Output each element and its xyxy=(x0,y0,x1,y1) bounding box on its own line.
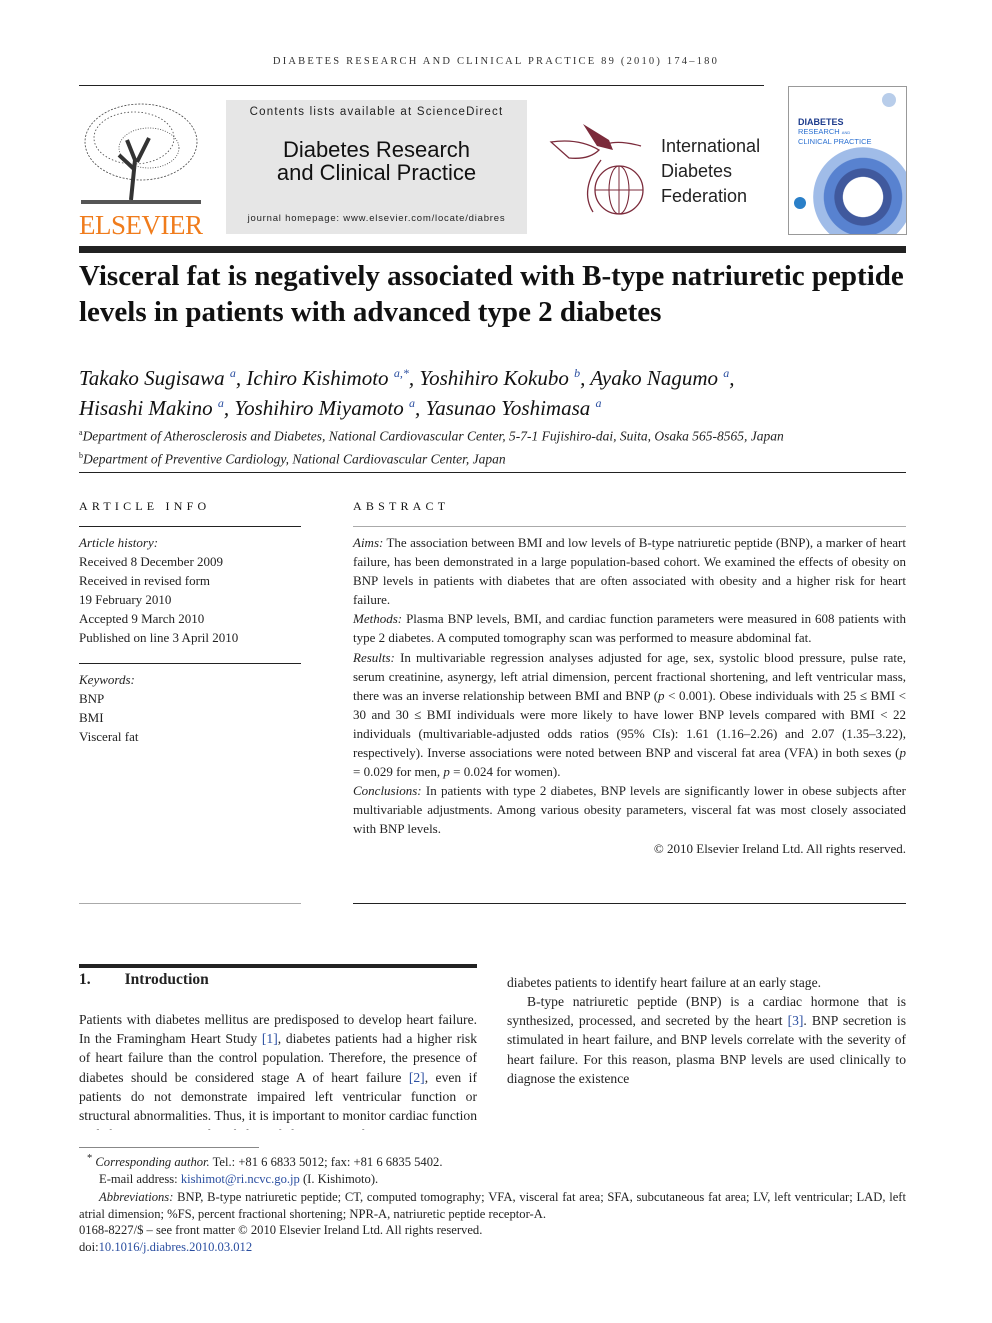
masthead-bar xyxy=(79,246,906,253)
footnotes: * Corresponding author. Tel.: +81 6 6833… xyxy=(79,1151,906,1255)
elsevier-logo: ELSEVIER xyxy=(79,100,203,240)
info-rule xyxy=(79,903,301,904)
keywords-label: Keywords: xyxy=(79,672,135,687)
article-history: Article history: Received 8 December 200… xyxy=(79,533,301,647)
info-rule xyxy=(79,663,301,664)
elsevier-tree-icon xyxy=(81,103,201,204)
cover-title: DIABETES RESEARCH AND CLINICAL PRACTICE xyxy=(798,117,872,147)
author[interactable]: Yasunao Yoshimasa a xyxy=(425,396,601,420)
affiliation: aDepartment of Atherosclerosis and Diabe… xyxy=(79,428,784,444)
info-rule xyxy=(79,526,301,527)
history-item: Received in revised form xyxy=(79,573,211,588)
author-list: Takako Sugisawa a, Ichiro Kishimoto a,*,… xyxy=(79,366,735,420)
idf-line1: International xyxy=(661,136,761,156)
history-item: 19 February 2010 xyxy=(79,592,172,607)
history-item: Received 8 December 2009 xyxy=(79,554,224,569)
author[interactable]: Yoshihiro Kokubo b xyxy=(419,366,580,390)
cover-title-2: RESEARCH xyxy=(798,127,840,136)
contents-line: Contents lists available at ScienceDirec… xyxy=(249,106,504,118)
corresponding-author-note: * Corresponding author. Tel.: +81 6 6833… xyxy=(87,1153,443,1170)
footnote-rule xyxy=(79,1147,259,1148)
journal-masthead-box: Contents lists available at ScienceDirec… xyxy=(226,100,527,234)
abstract-results: Results: In multivariable regression ana… xyxy=(353,649,907,780)
abstract-conclusions: Conclusions: In patients with type 2 dia… xyxy=(353,783,907,837)
running-header: DIABETES RESEARCH AND CLINICAL PRACTICE … xyxy=(272,56,720,67)
abstract-copyright: © 2010 Elsevier Ireland Ltd. All rights … xyxy=(653,840,906,856)
abbreviations-note: Abbreviations: BNP, B-type natriuretic p… xyxy=(79,1190,906,1221)
citation-link[interactable]: [2] xyxy=(409,1070,425,1085)
intro-paragraph-1: Patients with diabetes mellitus are pred… xyxy=(79,1012,477,1130)
intro-heading: 1. Introduction xyxy=(79,971,209,988)
idf-bird-globe-icon xyxy=(549,124,644,215)
email-note: E-mail address: kishimot@ri.ncvc.go.jp (… xyxy=(99,1171,379,1186)
idf-line2: Diabetes xyxy=(661,161,733,181)
intro-column-right: Patients with diabetes mellitus are pred… xyxy=(507,972,906,1128)
cover-dot-pattern xyxy=(813,147,906,234)
citation-link[interactable]: [1] xyxy=(262,1031,278,1046)
idf-line3: Federation xyxy=(661,186,748,206)
history-item: Accepted 9 March 2010 xyxy=(79,611,205,626)
cover-badge xyxy=(794,197,806,209)
author[interactable]: Takako Sugisawa a xyxy=(79,366,236,390)
journal-cover-thumbnail[interactable]: DIABETES RESEARCH AND CLINICAL PRACTICE xyxy=(788,86,907,235)
elsevier-wordmark: ELSEVIER xyxy=(79,210,203,240)
intro-paragraph-2: B-type natriuretic peptide (BNP) is a ca… xyxy=(507,993,906,1086)
author[interactable]: Hisashi Makino a xyxy=(79,396,224,420)
doi-line: doi:10.1016/j.diabres.2010.03.012 xyxy=(79,1239,253,1254)
citation-link[interactable]: [3] xyxy=(788,1013,804,1028)
abstract-aims: Aims: The association between BMI and lo… xyxy=(353,535,906,608)
affiliations: aDepartment of Atherosclerosis and Diabe… xyxy=(79,423,919,468)
keyword: BMI xyxy=(79,710,104,725)
keywords: Keywords: BNP BMI Visceral fat xyxy=(79,670,301,746)
author[interactable]: Ichiro Kishimoto a,* xyxy=(246,366,408,390)
abstract-body: Aims: The association between BMI and lo… xyxy=(353,533,906,858)
section-rule xyxy=(79,472,906,473)
intro-paragraph-1-continued: Patients with diabetes mellitus are pred… xyxy=(507,974,822,990)
abstract-end-rule xyxy=(353,903,906,904)
history-label: Article history: xyxy=(79,535,159,550)
abstract-rule xyxy=(353,526,906,527)
author[interactable]: Ayako Nagumo a xyxy=(590,366,729,390)
article-title: Visceral fat is negatively associated wi… xyxy=(79,260,904,328)
cover-title-1: DIABETES xyxy=(798,117,844,127)
article-info-heading: ARTICLE INFO xyxy=(79,499,211,513)
affiliation: bDepartment of Preventive Cardiology, Na… xyxy=(79,450,506,467)
intro-rule xyxy=(79,964,477,968)
journal-name-line1: Diabetes Research xyxy=(282,137,471,162)
journal-name: Diabetes Research and Clinical Practice xyxy=(226,138,527,184)
email-link[interactable]: kishimot@ri.ncvc.go.jp xyxy=(181,1172,300,1186)
idf-logo: International Diabetes Federation xyxy=(549,120,769,220)
cover-title-and: AND xyxy=(841,130,851,135)
article-page: DIABETES RESEARCH AND CLINICAL PRACTICE … xyxy=(0,0,992,1323)
intro-column-left: Patients with diabetes mellitus are pred… xyxy=(79,1010,477,1130)
idf-wordmark: International Diabetes Federation xyxy=(661,134,760,209)
header-rule xyxy=(79,85,764,86)
issn-line: 0168-8227/$ – see front matter © 2010 El… xyxy=(79,1223,483,1238)
journal-homepage-link[interactable]: journal homepage: www.elsevier.com/locat… xyxy=(226,213,527,224)
doi-link[interactable]: 10.1016/j.diabres.2010.03.012 xyxy=(99,1240,253,1254)
author[interactable]: Yoshihiro Miyamoto a xyxy=(234,396,415,420)
keyword: BNP xyxy=(79,691,105,706)
cover-circle xyxy=(882,93,896,107)
journal-name-line2: and Clinical Practice xyxy=(276,160,477,185)
abstract-heading: ABSTRACT xyxy=(353,499,450,513)
cover-title-3: CLINICAL PRACTICE xyxy=(798,137,872,146)
abstract-methods: Methods: Plasma BNP levels, BMI, and car… xyxy=(353,611,906,646)
history-item: Published on line 3 April 2010 xyxy=(79,630,239,645)
keyword: Visceral fat xyxy=(79,729,139,744)
